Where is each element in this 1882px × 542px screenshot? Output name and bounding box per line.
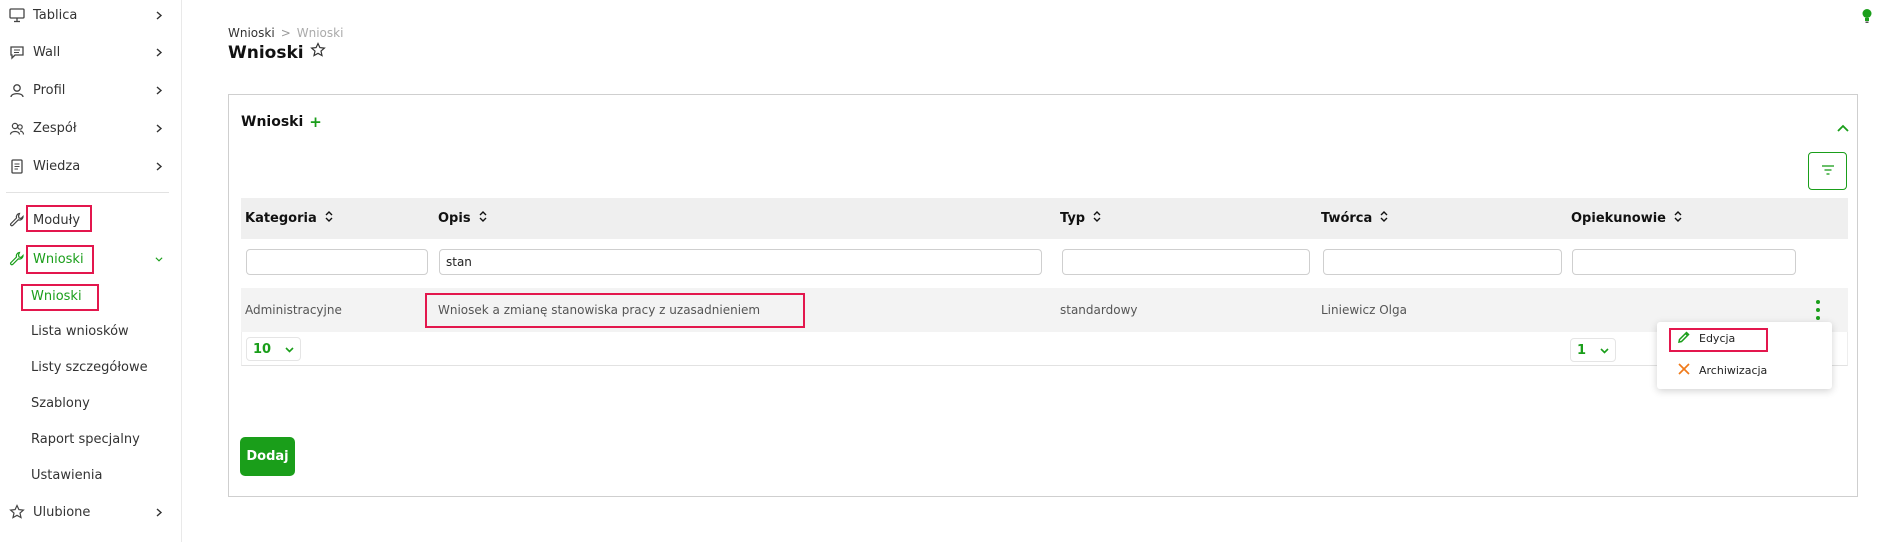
filter-input-opiekunowie[interactable] [1572,249,1796,275]
team-icon [8,119,26,137]
add-button[interactable]: Dodaj [240,437,295,476]
chevron-right-icon [155,123,163,133]
sidebar-subitem-listy-szczegolowe[interactable]: Listy szczegółowe [31,360,148,375]
filter-input-opis[interactable] [439,249,1042,275]
chat-icon [8,43,26,61]
panel-title: Wnioski + [241,113,322,131]
column-header-typ[interactable]: Typ [1060,198,1101,239]
favorite-star-icon[interactable] [309,42,326,63]
page-size-value: 10 [253,341,272,357]
chevron-right-icon [155,85,163,95]
column-header-kategoria[interactable]: Kategoria [245,198,333,239]
wrench-icon [8,250,26,268]
cell-tworca: Liniewicz Olga [1321,303,1407,317]
column-header-label: Opiekunowie [1571,211,1666,226]
sidebar-item-label: Zespół [33,120,77,136]
sidebar-item-label: Wiedza [33,158,81,174]
sidebar-item-ulubione[interactable]: Ulubione [0,497,182,527]
sort-icon [1380,211,1388,226]
sidebar-item-wall[interactable]: Wall [0,37,182,67]
filter-icon [1821,164,1835,179]
breadcrumb-separator: > [280,26,291,40]
sidebar-item-label: Ulubione [33,504,91,520]
highlight-box [26,245,94,274]
column-header-label: Kategoria [245,211,317,226]
sidebar-item-zespol[interactable]: Zespół [0,113,182,143]
column-header-label: Twórca [1321,211,1373,226]
chevron-down-icon [155,255,163,263]
page-number-value: 1 [1577,342,1587,358]
column-header-opis[interactable]: Opis [438,198,487,239]
row-actions-kebab-icon[interactable] [1813,300,1823,320]
column-header-label: Opis [438,211,471,226]
sidebar-item-label: Wall [33,44,61,60]
star-icon [8,503,26,521]
wrench-icon [8,211,26,229]
wnioski-panel: Wnioski + Kategoria Opis Typ Twórca Opie… [228,94,1858,497]
add-plus-button[interactable]: + [309,113,322,131]
page-size-select[interactable]: 10 [246,337,302,361]
lightbulb-icon[interactable] [1861,8,1873,28]
sort-icon [479,211,487,226]
sidebar-item-tablica[interactable]: Tablica [0,0,182,30]
filter-input-kategoria[interactable] [246,249,428,275]
chevron-right-icon [155,507,163,517]
column-header-label: Typ [1060,211,1086,226]
column-header-tworca[interactable]: Twórca [1321,198,1388,239]
sidebar-subitem-raport-specjalny[interactable]: Raport specjalny [31,432,140,447]
cell-typ: standardowy [1060,303,1138,317]
menu-item-archive[interactable]: Archiwizacja [1677,359,1767,381]
row-context-menu: Edycja Archiwizacja [1657,322,1832,389]
sort-icon [1093,211,1101,226]
filter-row [241,239,1848,283]
page-number-select[interactable]: 1 [1570,338,1617,362]
table-footer: 10 1 [241,332,1848,366]
chevron-down-icon [1600,343,1609,358]
sort-icon [1674,211,1682,226]
panel-title-text: Wnioski [241,114,304,130]
highlight-box [21,284,99,311]
chevron-right-icon [155,10,163,20]
table-header: Kategoria Opis Typ Twórca Opiekunowie [241,198,1848,239]
filter-input-tworca[interactable] [1323,249,1562,275]
filter-input-typ[interactable] [1062,249,1310,275]
chevron-right-icon [155,161,163,171]
chevron-right-icon [155,47,163,57]
sort-icon [325,211,333,226]
page-title: Wnioski [228,42,326,63]
document-icon [8,157,26,175]
sidebar-subitem-ustawienia[interactable]: Ustawienia [31,468,102,483]
sidebar-item-label: Tablica [33,7,78,23]
sidebar-divider [6,192,169,193]
breadcrumb-link[interactable]: Wnioski [228,26,275,40]
chevron-up-icon[interactable] [1837,121,1849,136]
filter-button[interactable] [1808,152,1847,190]
sidebar-item-label: Profil [33,82,66,98]
breadcrumb-current: Wnioski [296,26,344,40]
cell-kategoria: Administracyjne [245,303,342,317]
menu-item-label: Archiwizacja [1699,363,1768,377]
monitor-icon [8,6,26,24]
sidebar-item-profil[interactable]: Profil [0,75,182,105]
column-header-opiekunowie[interactable]: Opiekunowie [1571,198,1682,239]
highlight-box [1669,328,1768,352]
highlight-box [425,293,805,328]
sidebar-subitem-lista-wnioskow[interactable]: Lista wniosków [31,324,129,339]
sidebar-item-wiedza[interactable]: Wiedza [0,151,182,181]
breadcrumb: Wnioski > Wnioski [228,26,343,40]
user-icon [8,81,26,99]
sidebar: Tablica Wall Profil Zespół Wiedza Moduły… [0,0,182,542]
close-icon [1677,362,1691,379]
sidebar-subitem-szablony[interactable]: Szablony [31,396,90,411]
chevron-down-icon [285,342,294,357]
page-title-text: Wnioski [228,42,304,63]
highlight-box [26,205,92,232]
